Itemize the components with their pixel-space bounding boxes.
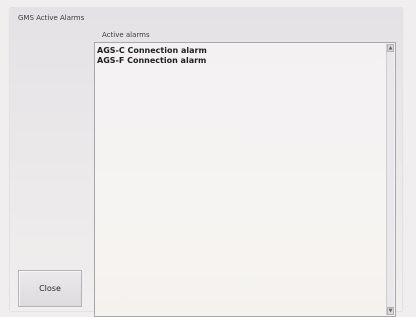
vertical-scrollbar[interactable]: ▲ ▼ — [386, 44, 394, 315]
arrow-up-icon[interactable]: ▲ — [387, 44, 394, 52]
arrow-down-icon[interactable]: ▼ — [387, 307, 394, 315]
close-button[interactable]: Close — [18, 270, 82, 307]
active-alarms-label: Active alarms — [102, 31, 150, 39]
list-item[interactable]: AGS-F Connection alarm — [97, 56, 207, 66]
list-item[interactable]: AGS-C Connection alarm — [97, 46, 207, 56]
active-alarms-list[interactable]: AGS-C Connection alarm AGS-F Connection … — [94, 42, 396, 317]
window-title: GMS Active Alarms — [18, 14, 85, 22]
alarm-list-items: AGS-C Connection alarm AGS-F Connection … — [97, 46, 207, 66]
alarms-dialog: GMS Active Alarms Active alarms AGS-C Co… — [10, 8, 402, 317]
